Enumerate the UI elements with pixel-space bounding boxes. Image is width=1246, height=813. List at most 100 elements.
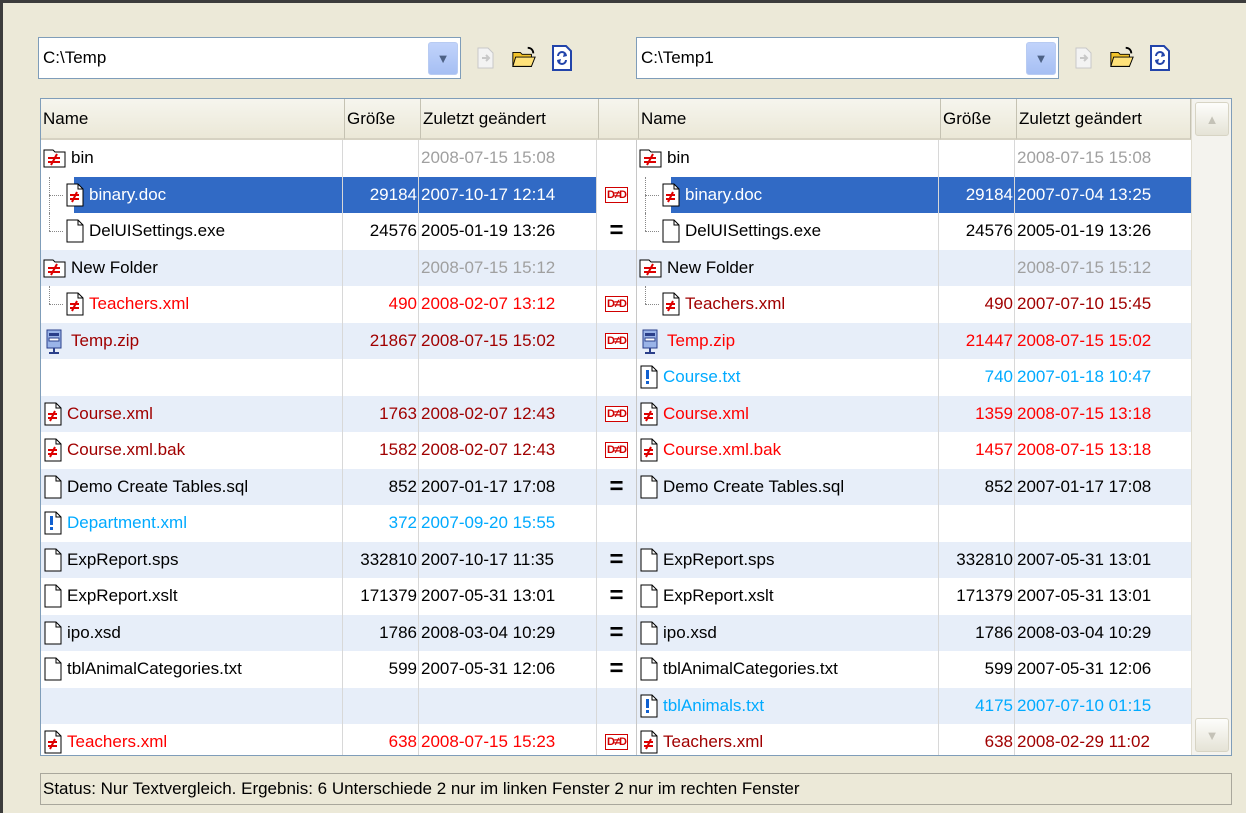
table-row[interactable]: Demo Create Tables.sql 852 2007-01-17 17:0… [41,468,1191,505]
name-cell[interactable]: Course.txt [637,359,939,396]
table-row[interactable]: tblAnimalCategories.txt 599 2007-05-31 12:… [41,651,1191,688]
compare-cell[interactable] [597,249,637,286]
name-cell[interactable]: Teachers.xml [41,286,343,323]
name-cell[interactable]: binary.doc [637,176,939,213]
vertical-scrollbar[interactable]: ▲ ▼ [1191,99,1231,755]
name-cell[interactable] [41,687,343,724]
name-cell[interactable]: ipo.xsd [637,614,939,651]
name-cell[interactable]: Temp.zip [637,322,939,359]
size-cell: 852 [939,468,1015,505]
name-cell[interactable]: Temp.zip [41,322,343,359]
table-row[interactable]: ExpReport.xslt 171379 2007-05-31 13:01 = Exp… [41,578,1191,615]
col-header-date-left[interactable]: Zuletzt geändert [421,99,599,140]
name-cell[interactable] [41,359,343,396]
name-cell[interactable]: ipo.xsd [41,614,343,651]
file-name: ExpReport.sps [67,549,179,569]
name-cell[interactable]: ExpReport.sps [41,541,343,578]
name-cell[interactable]: Demo Create Tables.sql [637,468,939,505]
refresh-icon[interactable] [549,44,575,72]
date-cell: 2007-07-04 13:25 [1017,184,1152,204]
compare-cell[interactable]: = [597,213,637,250]
name-cell[interactable]: Course.xml.bak [637,432,939,469]
name-cell[interactable]: tblAnimalCategories.txt [637,651,939,688]
folder-diff-icon [639,146,663,170]
copy-file-icon[interactable] [473,44,499,72]
col-header-date-right[interactable]: Zuletzt geändert [1017,99,1191,140]
chevron-down-icon[interactable]: ▼ [428,42,458,75]
name-cell[interactable]: DelUISettings.exe [41,213,343,250]
table-row[interactable]: ipo.xsd 1786 2008-03-04 10:29 = ipo.xsd 1786 2… [41,614,1191,651]
name-cell[interactable]: Teachers.xml [637,286,939,323]
col-header-name-left[interactable]: Name [41,99,345,140]
name-cell[interactable]: DelUISettings.exe [637,213,939,250]
table-row[interactable]: Teachers.xml 490 2008-02-07 13:12 D≠D Teache… [41,286,1191,323]
compare-cell[interactable] [597,359,637,396]
date-cell: 2007-07-10 15:45 [1017,294,1152,314]
compare-cell[interactable]: = [597,468,637,505]
date-cell: 2008-07-15 13:18 [1017,403,1152,423]
table-row[interactable]: tblAnimals.txt 4175 2007-07-10 01:15 [41,687,1191,724]
file-name: ipo.xsd [663,622,717,642]
copy-file-icon[interactable] [1071,44,1097,72]
name-cell[interactable]: ExpReport.xslt [637,578,939,615]
table-row[interactable]: Temp.zip 21867 2008-07-15 15:02 D≠D Temp.zip… [41,322,1191,359]
name-cell[interactable]: tblAnimals.txt [637,687,939,724]
compare-cell[interactable] [597,687,637,724]
compare-cell[interactable]: D≠D [597,395,637,432]
name-cell[interactable]: bin [41,140,343,177]
open-folder-icon[interactable] [1109,44,1135,72]
compare-cell[interactable]: = [597,651,637,688]
name-cell[interactable] [637,505,939,542]
table-row[interactable]: bin 2008-07-15 15:08 bin 2008-07-15 15:08 [41,140,1191,177]
name-cell[interactable]: tblAnimalCategories.txt [41,651,343,688]
name-cell[interactable]: Teachers.xml [41,724,343,755]
table-row[interactable]: ExpReport.sps 332810 2007-10-17 11:35 = ExpR… [41,541,1191,578]
compare-cell[interactable]: D≠D [597,176,637,213]
size-cell [343,359,419,396]
size-cell: 490 [939,286,1015,323]
table-row[interactable]: Course.xml.bak 1582 2008-02-07 12:43 D≠D Cou… [41,432,1191,469]
compare-cell[interactable] [597,140,637,177]
file-icon [639,621,659,645]
table-row[interactable]: Course.txt 740 2007-01-18 10:47 [41,359,1191,396]
name-cell[interactable]: Course.xml.bak [41,432,343,469]
compare-cell[interactable]: = [597,541,637,578]
open-folder-icon[interactable] [511,44,537,72]
right-path-combo[interactable]: C:\Temp1 ▼ [636,37,1059,79]
table-row[interactable]: binary.doc 29184 2007-10-17 12:14 D≠D binary… [41,176,1191,213]
table-row[interactable]: DelUISettings.exe 24576 2005-01-19 13:26 = D… [41,213,1191,250]
left-path-text: C:\Temp [43,48,107,67]
name-cell[interactable]: New Folder [41,249,343,286]
size-cell: 599 [343,651,419,688]
chevron-down-icon[interactable]: ▼ [1026,42,1056,75]
table-row[interactable]: New Folder 2008-07-15 15:12 New Folder 2008… [41,249,1191,286]
col-header-compare[interactable] [599,99,639,140]
table-row[interactable]: Teachers.xml 638 2008-07-15 15:23 D≠D Teache… [41,724,1191,755]
name-cell[interactable]: ExpReport.xslt [41,578,343,615]
col-header-name-right[interactable]: Name [639,99,941,140]
name-cell[interactable]: New Folder [637,249,939,286]
col-header-size-left[interactable]: Größe [345,99,421,140]
name-cell[interactable]: Course.xml [41,395,343,432]
scroll-up-icon[interactable]: ▲ [1195,102,1229,136]
compare-cell[interactable]: = [597,578,637,615]
compare-cell[interactable]: D≠D [597,322,637,359]
name-cell[interactable]: Teachers.xml [637,724,939,755]
left-path-combo[interactable]: C:\Temp ▼ [38,37,461,79]
compare-cell[interactable]: D≠D [597,286,637,323]
col-header-size-right[interactable]: Größe [941,99,1017,140]
name-cell[interactable]: Course.xml [637,395,939,432]
compare-cell[interactable]: D≠D [597,432,637,469]
compare-cell[interactable] [597,505,637,542]
compare-cell[interactable]: D≠D [597,724,637,755]
name-cell[interactable]: bin [637,140,939,177]
table-row[interactable]: Course.xml 1763 2008-02-07 12:43 D≠D Course.… [41,395,1191,432]
table-row[interactable]: Department.xml 372 2007-09-20 15:55 [41,505,1191,542]
refresh-icon[interactable] [1147,44,1173,72]
name-cell[interactable]: Demo Create Tables.sql [41,468,343,505]
name-cell[interactable]: Department.xml [41,505,343,542]
compare-cell[interactable]: = [597,614,637,651]
scroll-down-icon[interactable]: ▼ [1195,718,1229,752]
name-cell[interactable]: binary.doc [41,176,343,213]
name-cell[interactable]: ExpReport.sps [637,541,939,578]
